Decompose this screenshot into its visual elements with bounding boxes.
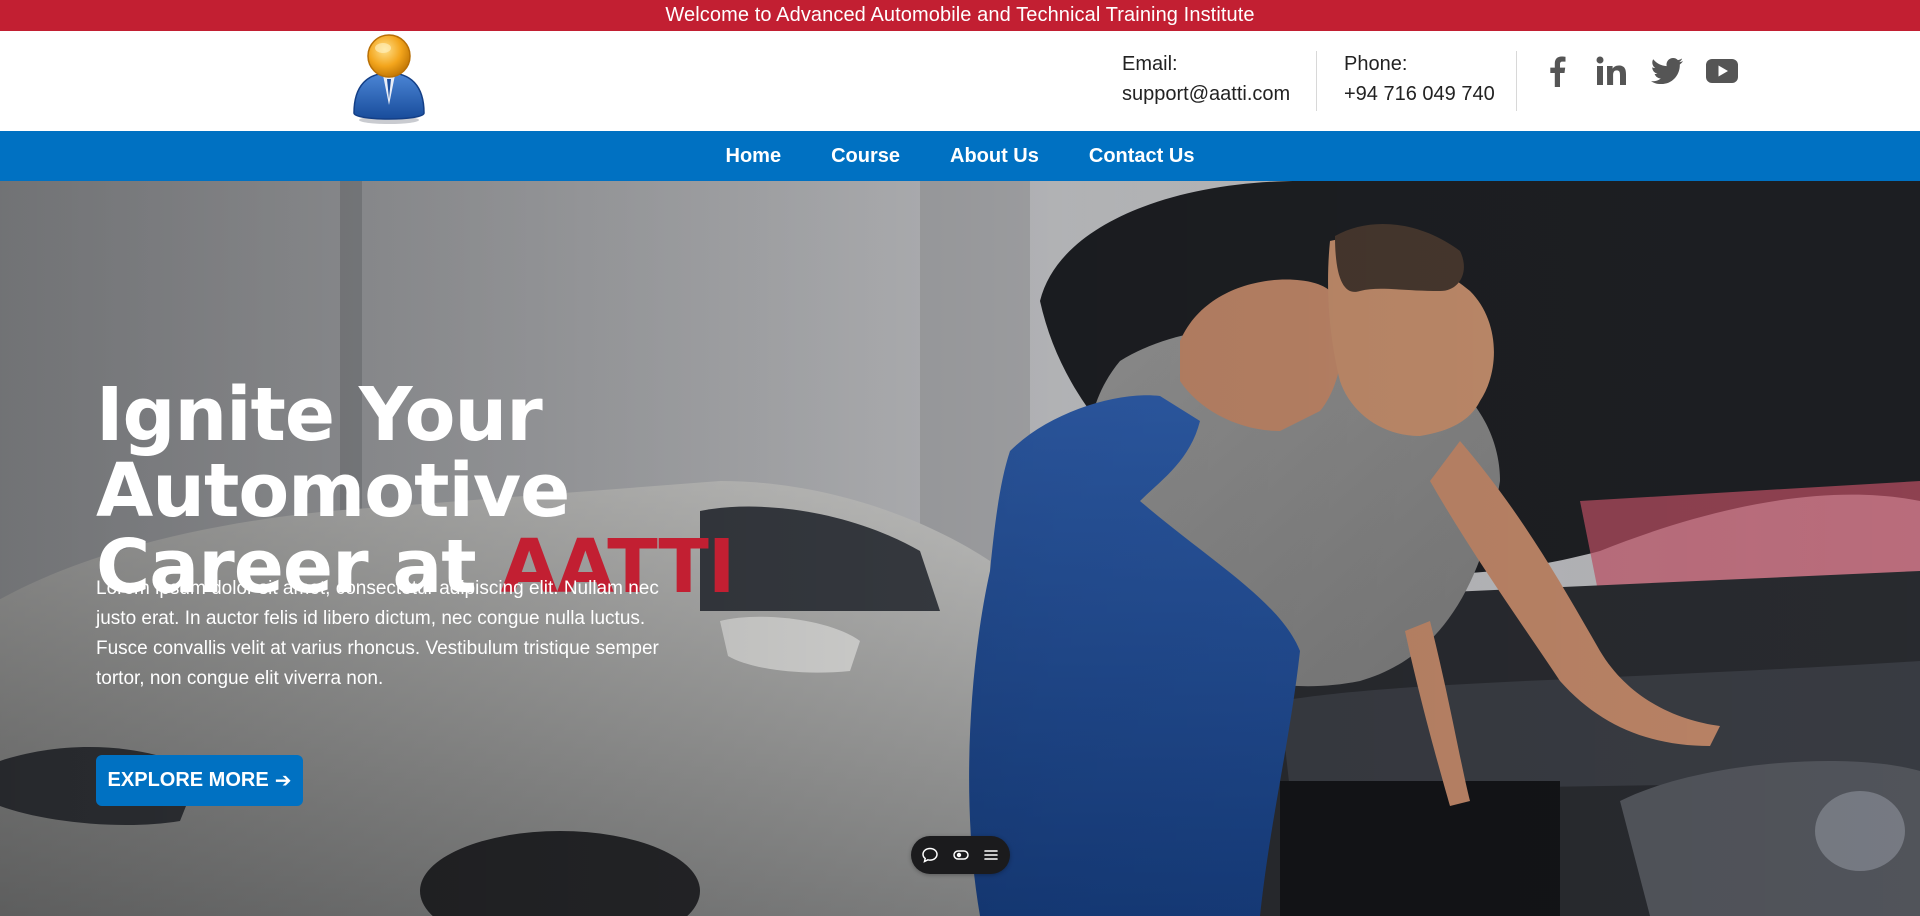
nav-item-contact-us[interactable]: Contact Us	[1089, 145, 1195, 168]
linkedin-icon[interactable]	[1595, 55, 1628, 88]
site-header: Email: support@aatti.com Phone: +94 716 …	[0, 31, 1920, 131]
divider	[1516, 51, 1517, 111]
phone-link[interactable]: +94 716 049 740	[1344, 79, 1495, 109]
hero-title: Ignite Your Automotive Career at AATTI	[96, 377, 996, 605]
nav-item-course[interactable]: Course	[831, 145, 900, 168]
nav-item-home[interactable]: Home	[726, 145, 782, 168]
main-nav: Home Course About Us Contact Us	[0, 131, 1920, 181]
twitter-icon[interactable]	[1650, 55, 1683, 88]
menu-icon[interactable]	[980, 844, 1002, 866]
hero-title-line1: Ignite Your Automotive	[96, 372, 570, 534]
facebook-icon[interactable]	[1540, 55, 1573, 88]
welcome-banner: Welcome to Advanced Automobile and Techn…	[0, 0, 1920, 31]
arrow-right-icon: ➔	[274, 770, 292, 792]
hero-paragraph: Lorem ipsum dolor sit amet, consectetur …	[96, 578, 659, 689]
email-block: Email: support@aatti.com	[1122, 49, 1290, 109]
phone-label: Phone:	[1344, 53, 1408, 75]
explore-more-button[interactable]: EXPLORE MORE ➔	[96, 755, 303, 806]
comment-icon[interactable]	[919, 844, 941, 866]
email-link[interactable]: support@aatti.com	[1122, 79, 1290, 109]
floating-toolbar	[911, 836, 1010, 874]
explore-more-label: EXPLORE MORE	[107, 769, 269, 791]
hero-section: Ignite Your Automotive Career at AATTI L…	[0, 181, 1920, 916]
social-links	[1540, 51, 1738, 91]
email-label: Email:	[1122, 53, 1178, 75]
phone-block: Phone: +94 716 049 740	[1344, 49, 1495, 109]
toggle-icon[interactable]	[950, 844, 972, 866]
welcome-text: Welcome to Advanced Automobile and Techn…	[665, 4, 1255, 26]
nav-item-about-us[interactable]: About Us	[950, 145, 1039, 168]
divider	[1316, 51, 1317, 111]
user-avatar-logo-icon[interactable]	[350, 33, 428, 125]
youtube-icon[interactable]	[1705, 55, 1738, 88]
